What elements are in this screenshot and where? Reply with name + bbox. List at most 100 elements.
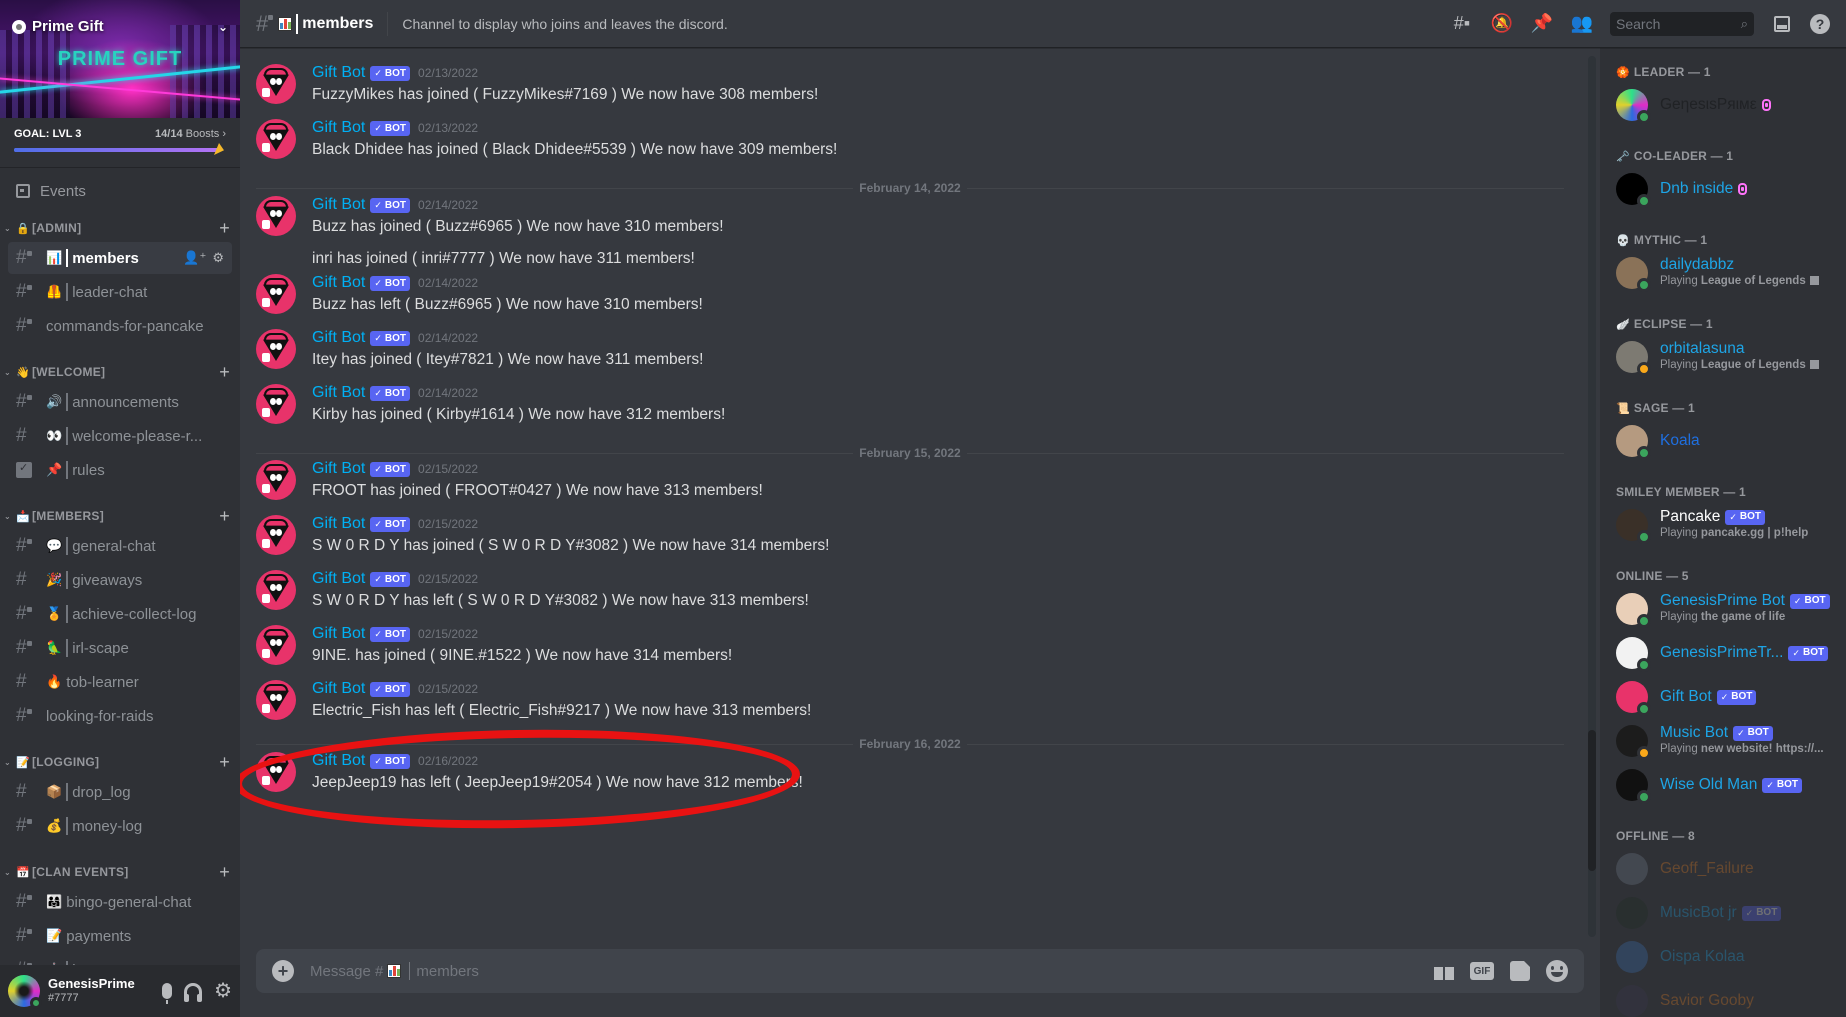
member-item[interactable]: dailydabbz Playing League of Legends [1616, 252, 1838, 294]
channel-irl-scape[interactable]: # 🦜 irl-scape [8, 632, 232, 664]
channel-announcements[interactable]: # 🔊 announcements [8, 386, 232, 418]
server-name-header[interactable]: Prime Gift ⌄ [12, 18, 228, 35]
emoji-icon[interactable] [1546, 960, 1568, 982]
channel-commands-for-pancake[interactable]: # commands-for-pancake [8, 310, 232, 342]
pin-icon[interactable]: 📌 [1530, 12, 1554, 36]
member-item[interactable]: Dnb inside [1616, 168, 1838, 210]
bot-avatar[interactable] [256, 329, 296, 369]
member-avatar[interactable] [1616, 725, 1651, 760]
message-author[interactable]: Gift Bot [312, 196, 365, 214]
member-item[interactable]: Oispa Kolaa [1616, 936, 1838, 978]
boost-goal[interactable]: GOAL: LVL 3 14/14 Boosts › [0, 118, 240, 168]
channel-tob-learner[interactable]: # 🔥 tob-learner [8, 666, 232, 698]
headphones-icon[interactable] [184, 983, 203, 1002]
member-item[interactable]: orbitalasuna Playing League of Legends [1616, 336, 1838, 378]
message-author[interactable]: Gift Bot [312, 329, 365, 347]
category-header[interactable]: ⌄ 🔒 [ADMIN] + [0, 216, 240, 240]
message-author[interactable]: Gift Bot [312, 460, 365, 478]
message-author[interactable]: Gift Bot [312, 274, 365, 292]
category-header[interactable]: ⌄ 📝 [LOGGING] + [0, 750, 240, 774]
member-item[interactable]: Pancake ✓ BOT Playing pancake.gg | p!help [1616, 504, 1838, 546]
message-composer[interactable]: + Message # members GIF [256, 949, 1584, 993]
member-avatar[interactable] [1616, 89, 1651, 124]
member-avatar[interactable] [1616, 941, 1648, 973]
gif-icon[interactable]: GIF [1470, 962, 1494, 980]
channel-members[interactable]: # 📊 members 👤⁺ ⚙ [8, 242, 232, 274]
channel-general-chat[interactable]: # 💬 general-chat [8, 530, 232, 562]
message-author[interactable]: Gift Bot [312, 570, 365, 588]
member-avatar[interactable] [1616, 509, 1651, 544]
user-avatar[interactable] [8, 975, 42, 1009]
category-header[interactable]: ⌄ 👋 [WELCOME] + [0, 360, 240, 384]
member-item[interactable]: Koala [1616, 420, 1838, 462]
sticker-icon[interactable] [1510, 961, 1530, 981]
channel-leader-chat[interactable]: # 🦺 leader-chat [8, 276, 232, 308]
member-avatar[interactable] [1616, 985, 1648, 1017]
member-avatar[interactable] [1616, 341, 1651, 376]
message-author[interactable]: Gift Bot [312, 384, 365, 402]
member-avatar[interactable] [1616, 593, 1651, 628]
channel-money-log[interactable]: # 💰 money-log [8, 810, 232, 842]
microphone-icon[interactable] [162, 983, 173, 1004]
server-banner[interactable]: PRIME GIFT Prime Gift ⌄ [0, 0, 240, 118]
message-author[interactable]: Gift Bot [312, 680, 365, 698]
member-item[interactable]: Gift Bot ✓ BOT [1616, 676, 1838, 718]
channel-settings-icon[interactable]: ⚙ [212, 250, 224, 266]
create-channel-icon[interactable]: + [219, 218, 230, 239]
bot-avatar[interactable] [256, 384, 296, 424]
inbox-button[interactable] [1770, 12, 1794, 36]
channel-rules[interactable]: 📌 rules [8, 454, 232, 486]
bot-avatar[interactable] [256, 625, 296, 665]
gift-icon[interactable] [1434, 962, 1454, 980]
bot-avatar[interactable] [256, 752, 296, 792]
channel-bingo-general-chat[interactable]: # 👨‍👩‍👧 bingo-general-chat [8, 886, 232, 918]
category-header[interactable]: ⌄ 📅 [CLAN EVENTS] + [0, 860, 240, 884]
chat-scrollbar-thumb[interactable] [1588, 729, 1596, 871]
message-author[interactable]: Gift Bot [312, 64, 365, 82]
channel-welcome-please-r[interactable]: # 👀 welcome-please-r... [8, 420, 232, 452]
bot-avatar[interactable] [256, 274, 296, 314]
bot-avatar[interactable] [256, 460, 296, 500]
create-channel-icon[interactable]: + [219, 506, 230, 527]
message-author[interactable]: Gift Bot [312, 625, 365, 643]
channel-topic[interactable]: Channel to display who joins and leaves … [402, 16, 1450, 32]
bot-avatar[interactable] [256, 680, 296, 720]
channel-achieve-collect-log[interactable]: # 🏅 achieve-collect-log [8, 598, 232, 630]
boost-count[interactable]: 14/14 Boosts › [155, 128, 226, 140]
member-avatar[interactable] [1616, 637, 1651, 672]
create-channel-icon[interactable]: + [219, 752, 230, 773]
muted-bell-icon[interactable]: 🔕 [1490, 12, 1514, 36]
settings-gear-icon[interactable]: ⚙ [214, 981, 232, 1001]
bot-avatar[interactable] [256, 64, 296, 104]
chat-scrollbar[interactable] [1588, 56, 1596, 937]
channel-looking-for-raids[interactable]: # looking-for-raids [8, 700, 232, 732]
create-channel-icon[interactable]: + [219, 862, 230, 883]
channel-giveaways[interactable]: # 🎉 giveaways [8, 564, 232, 596]
bot-avatar[interactable] [256, 570, 296, 610]
invite-icon[interactable]: 👤⁺ [183, 250, 206, 266]
bot-avatar[interactable] [256, 196, 296, 236]
member-avatar[interactable] [1616, 853, 1648, 885]
help-icon[interactable]: ? [1810, 13, 1830, 34]
bot-avatar[interactable] [256, 119, 296, 159]
member-item[interactable]: Geoff_Failure [1616, 848, 1838, 890]
channel-payments[interactable]: # 📝 payments [8, 920, 232, 952]
message-input[interactable]: Message # members [310, 962, 1434, 980]
member-item[interactable]: Music Bot ✓ BOT Playing new website! https:… [1616, 720, 1838, 762]
member-item[interactable]: GenesisPrime Bot ✓ BOT Playing the game of … [1616, 588, 1838, 630]
member-list-icon[interactable]: 👥 [1570, 12, 1594, 36]
bot-avatar[interactable] [256, 515, 296, 555]
member-avatar[interactable] [1616, 173, 1651, 208]
member-avatar[interactable] [1616, 425, 1651, 460]
channel-drop-log[interactable]: # 📦 drop_log [8, 776, 232, 808]
member-avatar[interactable] [1616, 769, 1651, 804]
message-author[interactable]: Gift Bot [312, 119, 365, 137]
add-attachment-icon[interactable]: + [272, 960, 294, 982]
search-input[interactable]: Search ⌕ [1610, 11, 1754, 36]
member-item[interactable]: GeηesιsPяιмε [1616, 84, 1838, 126]
category-header[interactable]: ⌄ 📩 [MEMBERS] + [0, 504, 240, 528]
member-item[interactable]: Savior Gooby [1616, 980, 1838, 1017]
message-author[interactable]: Gift Bot [312, 515, 365, 533]
create-channel-icon[interactable]: + [219, 362, 230, 383]
threads-icon[interactable]: #▪ [1450, 12, 1474, 36]
